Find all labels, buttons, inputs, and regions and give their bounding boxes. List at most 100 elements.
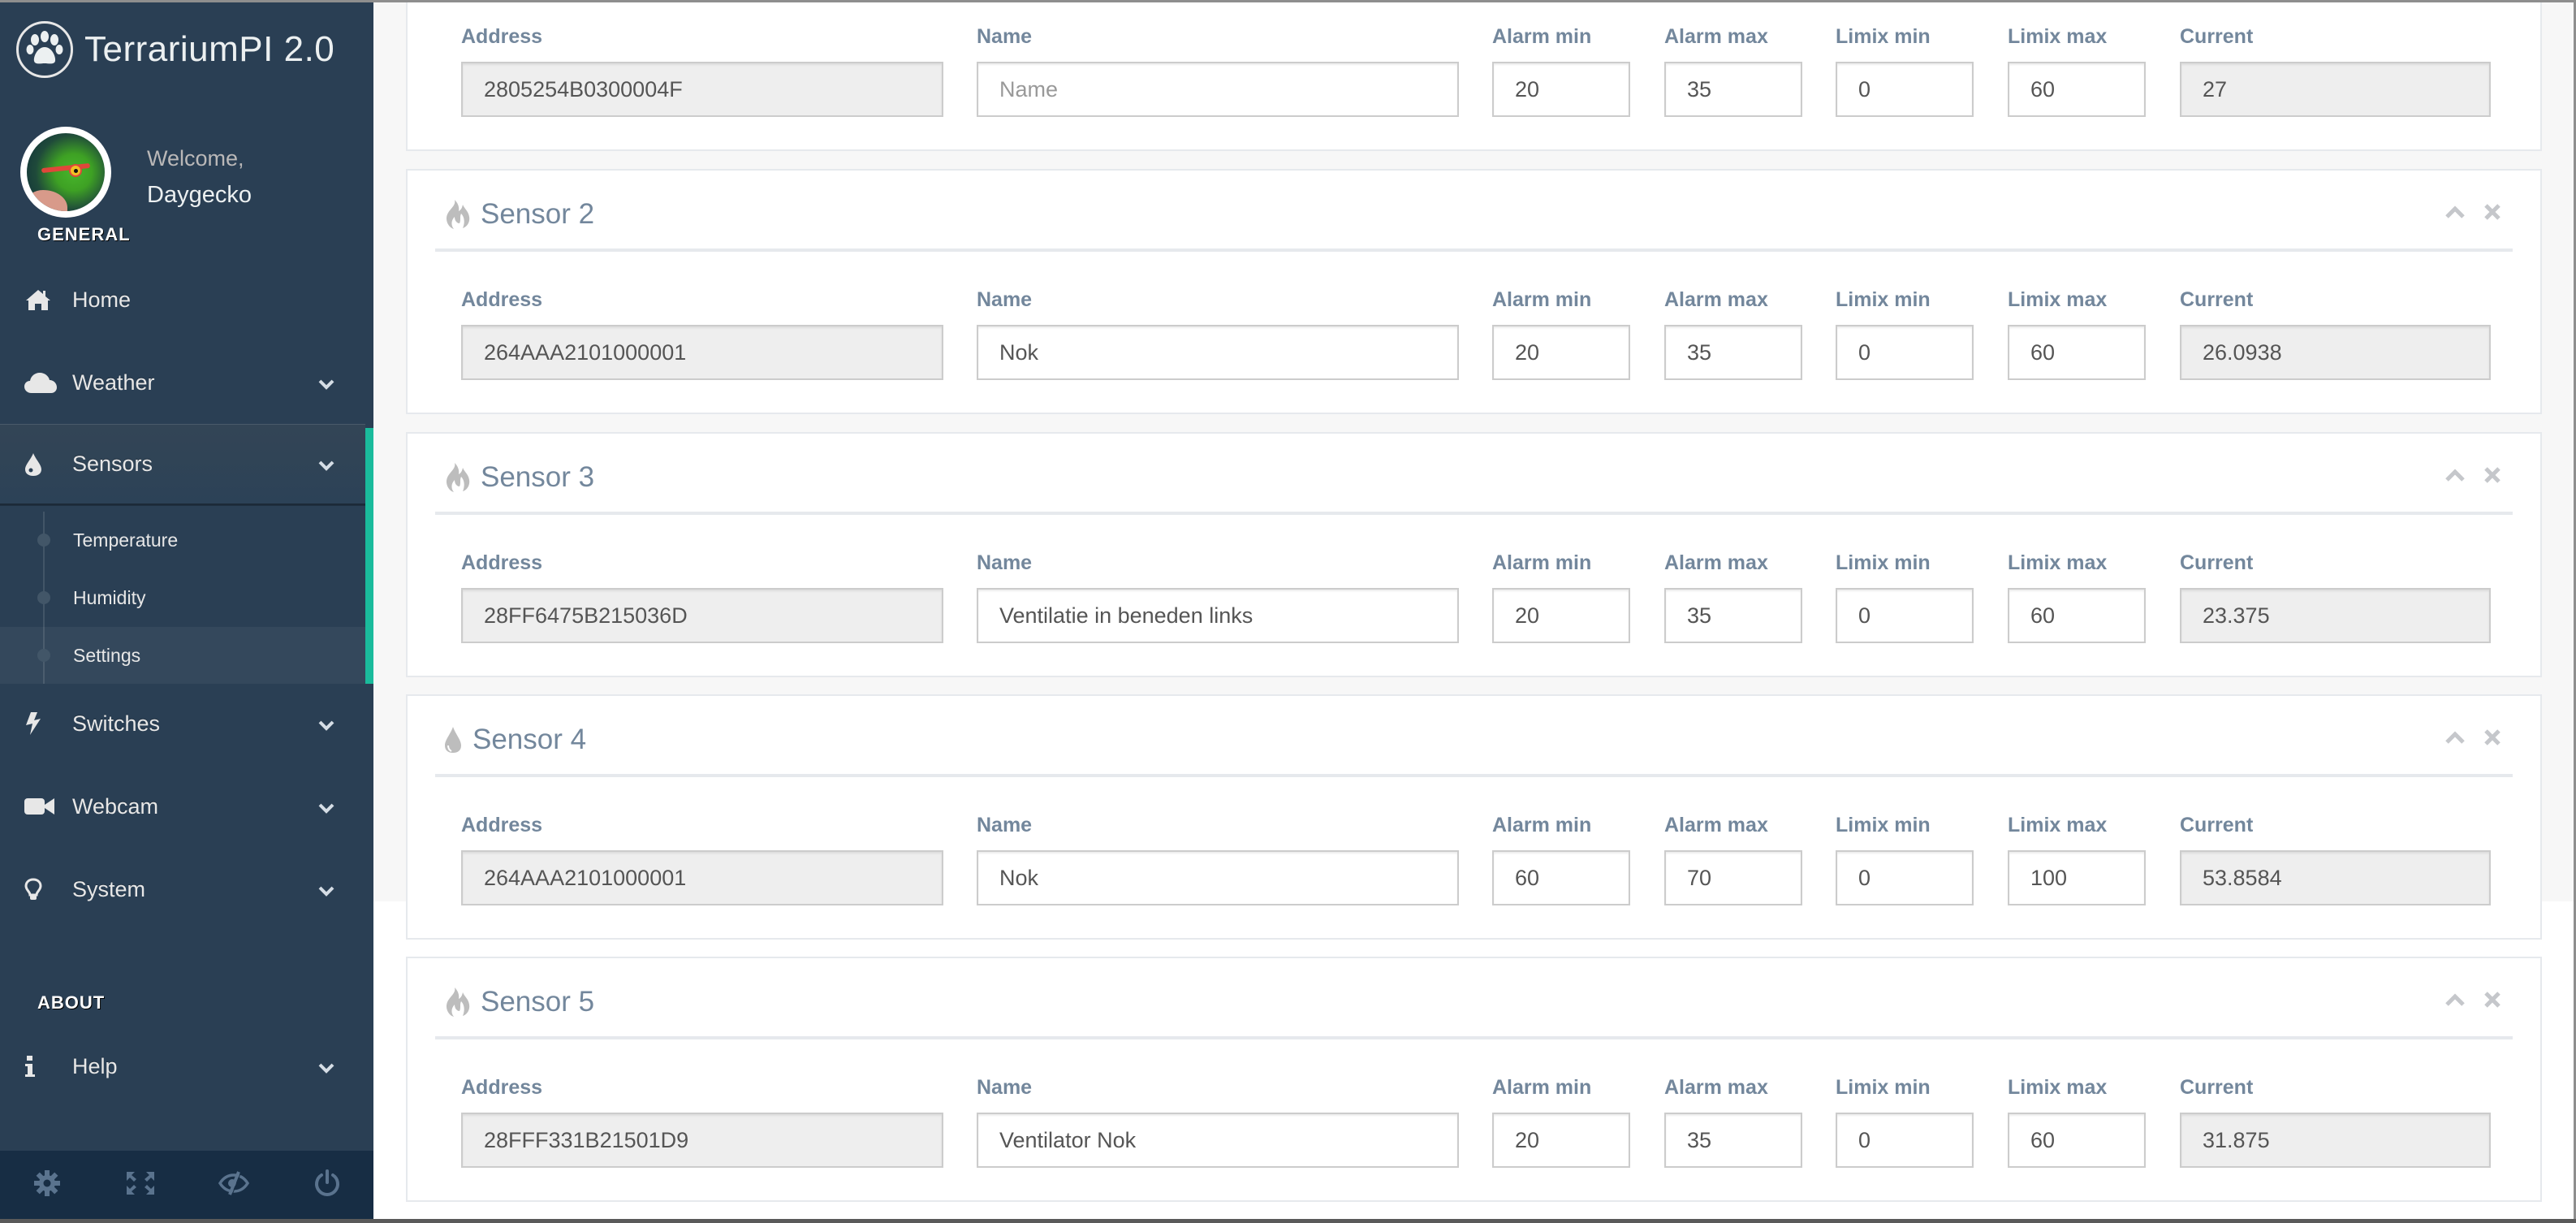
- alarm-max-group: Alarm max: [1664, 25, 1802, 123]
- alarm-max-field[interactable]: [1664, 62, 1802, 117]
- collapse-button[interactable]: [2444, 730, 2466, 745]
- sidebar-item-switches[interactable]: Switches: [0, 682, 365, 765]
- current-field[interactable]: [2180, 62, 2491, 117]
- current-field[interactable]: [2180, 325, 2491, 380]
- fullscreen-icon: [126, 1171, 155, 1199]
- collapse-button[interactable]: [2444, 205, 2466, 219]
- alarm-min-label: Alarm min: [1492, 25, 1592, 48]
- name-group: Name: [977, 1076, 1459, 1173]
- username: Daygecko: [147, 182, 252, 208]
- limit-max-group: Limix max: [2008, 814, 2146, 911]
- name-field[interactable]: [977, 325, 1459, 380]
- home-icon: [24, 288, 57, 311]
- app-title: TerrariumPI 2.0: [84, 29, 335, 69]
- sensor-title: Sensor 4: [472, 724, 587, 755]
- collapse-button[interactable]: [2444, 468, 2466, 482]
- alarm-max-field[interactable]: [1664, 325, 1802, 380]
- submenu-item-label: Temperature: [73, 529, 179, 551]
- limit-min-field[interactable]: [1836, 1113, 1974, 1168]
- address-group: Address: [461, 1076, 943, 1173]
- alarm-min-field[interactable]: [1492, 62, 1630, 117]
- submenu-item-temperature[interactable]: Temperature: [0, 512, 365, 568]
- sidebar: TerrariumPI 2.0 Welcome, Daygecko GENERA…: [0, 0, 373, 1223]
- close-button[interactable]: [2483, 203, 2501, 221]
- limit-min-field[interactable]: [1836, 62, 1974, 117]
- address-group: Address: [461, 288, 943, 386]
- sidebar-item-webcam[interactable]: Webcam: [0, 765, 365, 848]
- sidebar-item-weather[interactable]: Weather: [0, 341, 365, 424]
- alarm-min-field[interactable]: [1492, 850, 1630, 905]
- alarm-min-field[interactable]: [1492, 325, 1630, 380]
- limit-max-field[interactable]: [2008, 325, 2146, 380]
- logout-button[interactable]: [280, 1151, 373, 1219]
- limit-max-group: Limix max: [2008, 25, 2146, 123]
- submenu-item-label: Humidity: [73, 586, 146, 608]
- close-button[interactable]: [2483, 991, 2501, 1009]
- limit-max-field[interactable]: [2008, 1113, 2146, 1168]
- active-indicator: [365, 428, 373, 684]
- gear-icon: [33, 1169, 61, 1201]
- alarm-min-label: Alarm min: [1492, 551, 1592, 574]
- collapse-button[interactable]: [2444, 992, 2466, 1007]
- settings-button[interactable]: [0, 1151, 93, 1219]
- address-field[interactable]: [461, 588, 943, 643]
- chevron-down-icon: [318, 370, 334, 395]
- close-button[interactable]: [2483, 728, 2501, 746]
- close-button[interactable]: [2483, 466, 2501, 484]
- name-field[interactable]: [977, 62, 1459, 117]
- alarm-max-field[interactable]: [1664, 850, 1802, 905]
- gecko-avatar-image: [27, 133, 105, 211]
- address-label: Address: [461, 551, 543, 574]
- current-field[interactable]: [2180, 850, 2491, 905]
- limit-min-field[interactable]: [1836, 325, 1974, 380]
- limit-min-label: Limix min: [1836, 1076, 1931, 1099]
- current-label: Current: [2180, 288, 2254, 311]
- limit-max-field[interactable]: [2008, 850, 2146, 905]
- address-field[interactable]: [461, 62, 943, 117]
- sidebar-item-system[interactable]: System: [0, 848, 365, 931]
- power-off-icon: [313, 1169, 341, 1201]
- sidebar-item-label: Help: [72, 1053, 118, 1078]
- welcome-text: Welcome,: [147, 146, 244, 171]
- alarm-min-label: Alarm min: [1492, 288, 1592, 311]
- address-field[interactable]: [461, 850, 943, 905]
- video-camera-icon: [24, 797, 57, 815]
- alarm-min-field[interactable]: [1492, 588, 1630, 643]
- sidebar-item-sensors[interactable]: Sensors: [0, 424, 365, 505]
- name-label: Name: [977, 25, 1033, 48]
- name-field[interactable]: [977, 588, 1459, 643]
- sidebar-item-help[interactable]: Help: [0, 1025, 365, 1108]
- info-icon: [24, 1055, 57, 1078]
- address-field[interactable]: [461, 1113, 943, 1168]
- limit-min-field[interactable]: [1836, 850, 1974, 905]
- fullscreen-button[interactable]: [93, 1151, 187, 1219]
- name-label: Name: [977, 288, 1033, 311]
- submenu-item-humidity[interactable]: Humidity: [0, 569, 365, 626]
- address-label: Address: [461, 1076, 543, 1099]
- alarm-min-label: Alarm min: [1492, 1076, 1592, 1099]
- sidebar-footer: [0, 1151, 373, 1219]
- bolt-icon: [24, 711, 57, 736]
- sidebar-item-home[interactable]: Home: [0, 258, 365, 341]
- name-field[interactable]: [977, 850, 1459, 905]
- close-icon: [2483, 728, 2501, 746]
- limit-min-label: Limix min: [1836, 814, 1931, 836]
- limit-min-field[interactable]: [1836, 588, 1974, 643]
- fire-icon: [443, 199, 471, 230]
- alarm-max-field[interactable]: [1664, 1113, 1802, 1168]
- name-field[interactable]: [977, 1113, 1459, 1168]
- limit-min-group: Limix min: [1836, 25, 1974, 123]
- limit-max-field[interactable]: [2008, 62, 2146, 117]
- current-field[interactable]: [2180, 588, 2491, 643]
- name-label: Name: [977, 814, 1033, 836]
- submenu-item-settings[interactable]: Settings: [0, 627, 365, 684]
- address-field[interactable]: [461, 325, 943, 380]
- lock-button[interactable]: [187, 1151, 280, 1219]
- current-field[interactable]: [2180, 1113, 2491, 1168]
- brand[interactable]: TerrariumPI 2.0: [16, 21, 334, 78]
- sensor-panel: Sensor 4 Address Name Alarm min Alarm max Lim…: [406, 694, 2542, 940]
- alarm-max-field[interactable]: [1664, 588, 1802, 643]
- alarm-min-field[interactable]: [1492, 1113, 1630, 1168]
- limit-max-field[interactable]: [2008, 588, 2146, 643]
- panel-title: Sensor 2: [443, 198, 594, 231]
